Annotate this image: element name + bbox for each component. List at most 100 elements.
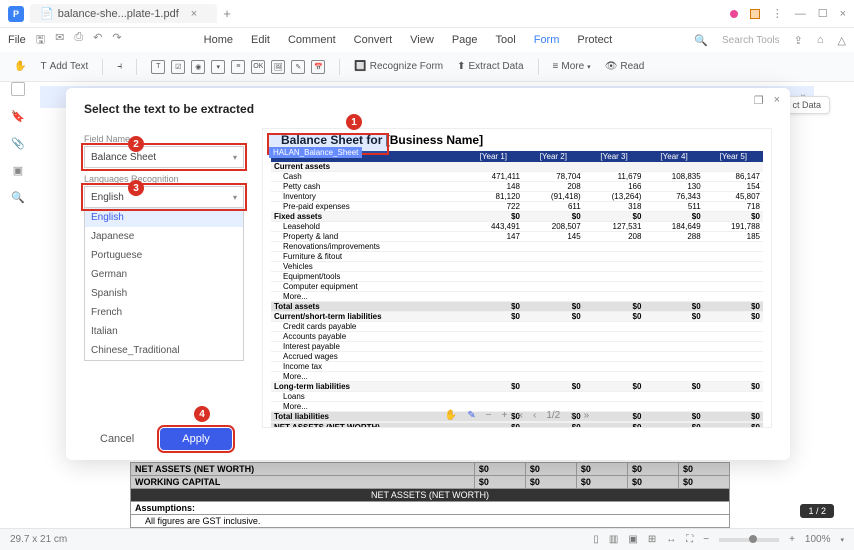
last-page-icon[interactable]: » [584, 410, 590, 421]
checkbox-field-icon[interactable]: ☑ [171, 60, 185, 74]
dialog-close-icon[interactable]: × [774, 94, 780, 107]
menu-form[interactable]: Form [534, 34, 560, 46]
dialog-title: Select the text to be extracted [84, 102, 772, 116]
field-name-select[interactable]: Balance Sheet▾ [84, 146, 244, 168]
form-field-tools: T ☑ ◉ ▾ ≡ OK 🖼 ✎ 📅 [151, 60, 325, 74]
attachment-icon[interactable]: 📎 [11, 137, 25, 150]
view-thumbnail-icon[interactable]: ⊞ [648, 534, 656, 545]
signature-field-icon[interactable]: ✎ [291, 60, 305, 74]
callout-4: 4 [194, 406, 210, 422]
lang-option-english[interactable]: English [85, 208, 243, 227]
preview-controls: ✋ ✎ − + « ‹ 1/2 › » [445, 410, 589, 421]
dialog-restore-icon[interactable]: ❐ [754, 94, 764, 107]
background-document: NET ASSETS (NET WORTH)$0$0$0$0$0 WORKING… [130, 462, 730, 528]
edit-pencil-icon[interactable]: ✎ [467, 410, 475, 421]
lang-option-french[interactable]: French [85, 303, 243, 322]
search-panel-icon[interactable]: 🔍 [11, 191, 25, 204]
lang-option-italian[interactable]: Italian [85, 322, 243, 341]
cancel-button[interactable]: Cancel [84, 428, 150, 450]
lang-option-chinese_traditional[interactable]: Chinese_Traditional [85, 341, 243, 360]
new-tab-button[interactable]: + [223, 6, 231, 21]
prev-page-icon[interactable]: ‹ [533, 410, 536, 421]
undo-icon[interactable]: ↶ [93, 31, 102, 50]
extraction-settings-panel: Field Name Balance Sheet▾ Languages Reco… [84, 128, 244, 428]
bookmark-icon[interactable]: 🔖 [11, 110, 25, 123]
view-continuous-icon[interactable]: ▥ [609, 534, 618, 545]
page-number[interactable]: 1/2 [546, 410, 560, 421]
fit-width-icon[interactable]: ↔ [666, 534, 676, 545]
print-icon[interactable]: ⎙ [74, 31, 83, 50]
view-facing-icon[interactable]: ▣ [628, 534, 637, 545]
zoom-in-icon[interactable]: + [502, 410, 508, 421]
page-dimensions: 29.7 x 21 cm [10, 534, 67, 545]
lang-option-portuguese[interactable]: Portuguese [85, 246, 243, 265]
menu-protect[interactable]: Protect [577, 34, 612, 46]
first-page-icon[interactable]: « [517, 410, 523, 421]
layers-icon[interactable]: ▣ [13, 164, 23, 177]
balance-sheet-table: [Year 1][Year 2][Year 3][Year 4][Year 5]… [271, 151, 763, 428]
menu-tool[interactable]: Tool [496, 34, 516, 46]
cloud-icon[interactable]: ⌂ [817, 34, 824, 46]
settings-icon[interactable]: △ [838, 34, 846, 47]
hand-pan-icon[interactable]: ✋ [445, 410, 457, 421]
menu-page[interactable]: Page [452, 34, 478, 46]
mail-icon[interactable]: ✉ [55, 31, 64, 50]
lang-option-spanish[interactable]: Spanish [85, 284, 243, 303]
fit-page-icon[interactable]: ⛶ [686, 534, 693, 545]
maximize-icon[interactable]: ☐ [818, 7, 828, 20]
language-label: Languages Recognition [84, 174, 244, 184]
add-text-button[interactable]: TAdd Text [40, 61, 88, 72]
more-button[interactable]: ≡More▾ [553, 61, 591, 72]
zoom-in-status-icon[interactable]: + [789, 534, 795, 545]
menu-convert[interactable]: Convert [354, 34, 393, 46]
language-select[interactable]: English▾ [84, 186, 244, 208]
left-sidebar: 🔖 📎 ▣ 🔍 [6, 82, 30, 204]
share-icon[interactable]: ⇪ [794, 34, 803, 47]
text-field-icon[interactable]: T [151, 60, 165, 74]
file-menu[interactable]: File [8, 34, 26, 46]
menu-comment[interactable]: Comment [288, 34, 336, 46]
lang-option-german[interactable]: German [85, 265, 243, 284]
menubar: File 🖫 ✉ ⎙ ↶ ↷ Home Edit Comment Convert Vie… [0, 28, 854, 52]
read-button[interactable]: 👁Read [605, 61, 645, 72]
window-action-icon[interactable] [750, 9, 760, 19]
extract-data-tag[interactable]: ct Data [783, 96, 830, 114]
tab-close-icon[interactable]: × [191, 8, 197, 20]
list-field-icon[interactable]: ≡ [231, 60, 245, 74]
combo-field-icon[interactable]: ▾ [211, 60, 225, 74]
menu-home[interactable]: Home [204, 34, 233, 46]
date-field-icon[interactable]: 📅 [311, 60, 325, 74]
minimize-icon[interactable]: — [795, 8, 806, 20]
field-name-label: Field Name [84, 134, 244, 144]
overflow-menu-icon[interactable]: ⋮ [772, 7, 783, 20]
search-tools-input[interactable]: Search Tools [722, 35, 780, 46]
lang-option-japanese[interactable]: Japanese [85, 227, 243, 246]
radio-field-icon[interactable]: ◉ [191, 60, 205, 74]
callout-1: 1 [346, 114, 362, 130]
zoom-slider[interactable] [719, 538, 779, 542]
extract-data-button[interactable]: ⬆Extract Data [457, 61, 523, 72]
thumbnails-icon[interactable] [11, 82, 25, 96]
field-tag: HALAN_Balance_Sheet [269, 147, 362, 158]
apply-button[interactable]: Apply [160, 428, 232, 450]
save-icon[interactable]: 🖫 [36, 31, 45, 50]
zoom-out-icon[interactable]: − [486, 410, 492, 421]
next-page-icon[interactable]: › [570, 410, 573, 421]
zoom-value[interactable]: 100% [805, 534, 831, 545]
menu-view[interactable]: View [410, 34, 434, 46]
close-window-icon[interactable]: × [840, 8, 846, 20]
zoom-out-status-icon[interactable]: − [703, 534, 709, 545]
document-tab[interactable]: 📄 balance-she...plate-1.pdf × [30, 4, 217, 23]
tab-doc-icon: 📄 [40, 7, 54, 20]
alignment-icon[interactable]: ⫞ [117, 61, 122, 72]
recognize-form-button[interactable]: 🔲Recognize Form [354, 61, 443, 72]
callout-2: 2 [128, 136, 144, 152]
redo-icon[interactable]: ↷ [112, 31, 121, 50]
language-options-list: EnglishJapanesePortugueseGermanSpanishFr… [84, 208, 244, 361]
button-field-icon[interactable]: OK [251, 60, 265, 74]
menu-edit[interactable]: Edit [251, 34, 270, 46]
hand-tool-icon[interactable]: ✋ [14, 61, 26, 72]
assistant-icon[interactable] [730, 10, 738, 18]
image-field-icon[interactable]: 🖼 [271, 60, 285, 74]
view-single-icon[interactable]: ▯ [593, 534, 599, 545]
